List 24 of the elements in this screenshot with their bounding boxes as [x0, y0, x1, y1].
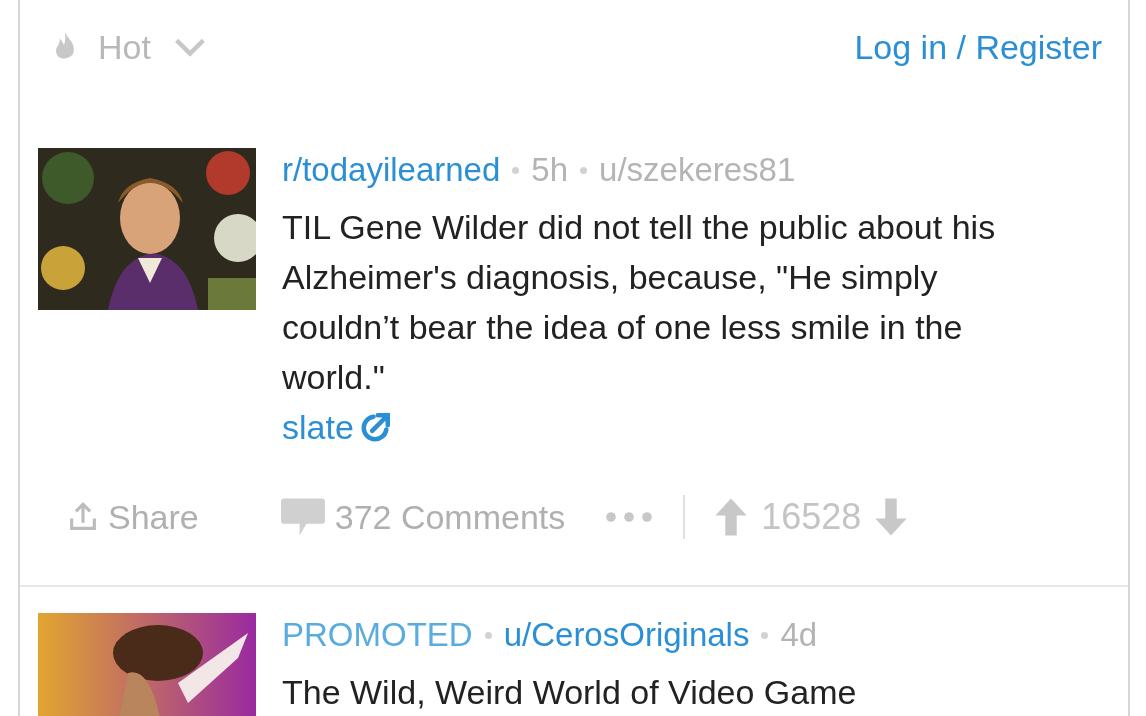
downvote-button[interactable]	[873, 497, 910, 537]
more-icon	[605, 511, 654, 523]
separator-dot	[580, 166, 588, 174]
sort-dropdown[interactable]: Hot	[54, 27, 207, 67]
meta-text: u/szekeres81	[599, 151, 796, 189]
login-link[interactable]: Log in / Register	[854, 27, 1102, 67]
up-arrow-icon	[713, 497, 750, 537]
post-title[interactable]: TIL Gene Wilder did not tell the public about his Alzheimer's diagnosis, because, "He simply couldn’t bear the idea of one less smile in the world."	[282, 202, 1042, 402]
post-title[interactable]: The Wild, Weird World of Video Game	[282, 667, 1042, 716]
separator-dot	[512, 166, 520, 174]
vote-score: 16528	[761, 496, 862, 538]
share-button[interactable]: Share	[66, 497, 199, 537]
author-link[interactable]: u/CerosOriginals	[503, 616, 750, 654]
domain-link[interactable]: slate	[282, 408, 392, 447]
meta-text: 4d	[780, 616, 818, 654]
promoted-label: PROMOTED	[282, 616, 473, 654]
subreddit-link[interactable]: r/todayilearned	[282, 151, 501, 189]
meta-text: 5h	[531, 151, 569, 189]
down-arrow-icon	[873, 497, 910, 537]
upvote-button[interactable]	[713, 497, 750, 537]
separator-dot	[761, 631, 769, 639]
chevron-down-icon	[172, 37, 207, 57]
comments-button[interactable]: 372 Comments	[278, 495, 566, 539]
separator-dot	[484, 631, 492, 639]
